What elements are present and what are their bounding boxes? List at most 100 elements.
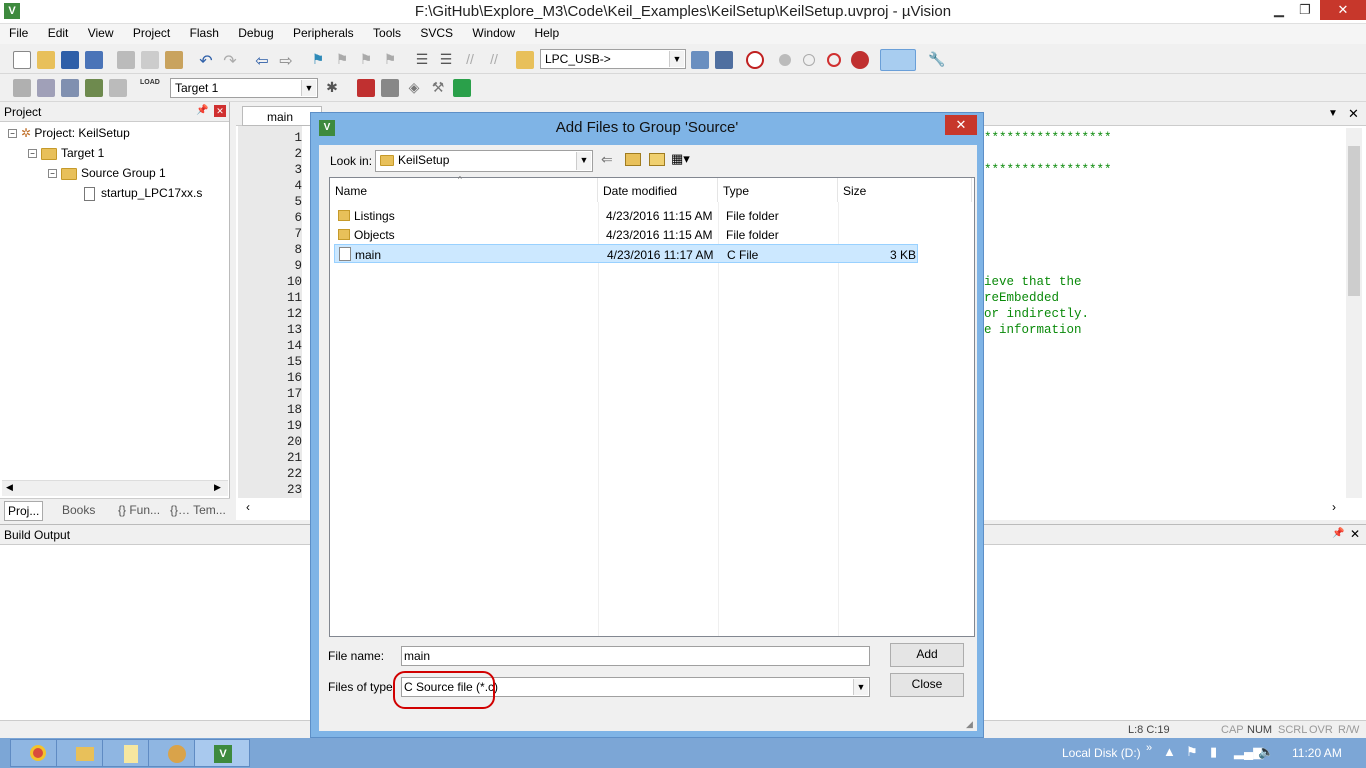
dialog-close-button[interactable]: ✕ — [945, 115, 977, 135]
scrollbar-thumb[interactable] — [1348, 146, 1360, 296]
collapse-icon[interactable]: − — [48, 169, 57, 179]
build-icon[interactable] — [37, 79, 55, 97]
uvision-taskbar-button[interactable]: V — [194, 739, 250, 767]
menu-peripherals[interactable]: Peripherals — [284, 24, 361, 40]
manage-components-icon[interactable] — [357, 79, 375, 97]
save-all-icon[interactable] — [85, 51, 103, 69]
pack-installer-icon[interactable]: ⚒ — [429, 79, 447, 97]
next-bookmark-icon[interactable]: ⚑ — [357, 51, 375, 69]
clock[interactable]: 11:20 AM — [1292, 746, 1342, 760]
new-file-icon[interactable] — [13, 51, 31, 69]
run-time-environment-icon[interactable] — [453, 79, 471, 97]
dropdown-icon[interactable]: ▼ — [1328, 108, 1338, 119]
vertical-scrollbar[interactable] — [1346, 128, 1362, 498]
tab-books[interactable]: Books — [62, 503, 95, 517]
select-pack-icon[interactable]: ◈ — [405, 79, 423, 97]
unindent-icon[interactable]: ☰ — [437, 51, 455, 69]
incremental-find-icon[interactable] — [715, 51, 733, 69]
scroll-left-icon[interactable]: ◀ — [6, 482, 13, 493]
chevron-down-icon[interactable]: ▼ — [853, 679, 868, 695]
volume-icon[interactable]: 🔈 — [1258, 744, 1274, 760]
tab-templates[interactable]: {}… Tem... — [170, 503, 226, 517]
breakpoint-icon[interactable] — [779, 54, 791, 66]
save-icon[interactable] — [61, 51, 79, 69]
drive-label[interactable]: Local Disk (D:) — [1062, 746, 1141, 760]
kill-all-breakpoints-icon[interactable] — [851, 51, 869, 69]
tree-source-group-node[interactable]: − Source Group 1 — [48, 166, 166, 180]
disable-breakpoint-icon[interactable] — [803, 54, 815, 66]
add-button[interactable]: Add — [890, 643, 964, 667]
stop-build-icon[interactable] — [109, 79, 127, 97]
collapse-icon[interactable]: − — [28, 149, 37, 159]
find-in-files-icon[interactable] — [516, 51, 534, 69]
look-in-combo[interactable]: KeilSetup ▼ — [375, 150, 593, 172]
menu-view[interactable]: View — [79, 24, 121, 40]
target-options-icon[interactable]: ✱ — [323, 79, 341, 97]
chevron-down-icon[interactable]: ▼ — [301, 80, 316, 96]
undo-icon[interactable]: ↶ — [197, 51, 215, 70]
column-type[interactable]: Type — [718, 178, 838, 202]
load-icon[interactable]: LOAD — [140, 79, 160, 97]
close-button[interactable]: Close — [890, 673, 964, 697]
wrench-icon[interactable]: 🔧 — [928, 51, 946, 69]
tab-project[interactable]: Proj... — [4, 501, 44, 521]
indent-icon[interactable]: ☰ — [413, 51, 431, 69]
uncomment-icon[interactable]: // — [485, 51, 503, 69]
pin-icon[interactable]: 📌 — [1332, 528, 1344, 539]
menu-window[interactable]: Window — [463, 24, 522, 40]
target-combo[interactable]: Target 1 ▼ — [170, 78, 318, 98]
nav-back-icon[interactable]: ⇦ — [253, 51, 271, 70]
nav-forward-icon[interactable]: ⇨ — [277, 51, 295, 70]
copy-icon[interactable] — [141, 51, 159, 69]
bookmark-icon[interactable]: ⚑ — [309, 51, 327, 69]
resize-grip-icon[interactable]: ◢ — [966, 719, 973, 730]
show-hidden-icons-icon[interactable]: ▲ — [1163, 744, 1176, 759]
minimize-button[interactable]: ▁ — [1266, 0, 1292, 20]
tree-project-node[interactable]: − ✲ Project: KeilSetup — [8, 126, 130, 140]
close-icon[interactable]: ✕ — [1350, 527, 1360, 541]
redo-icon[interactable]: ↷ — [221, 51, 239, 70]
clear-bookmarks-icon[interactable]: ⚑ — [381, 51, 399, 69]
debug-session-icon[interactable] — [746, 51, 764, 69]
cut-icon[interactable] — [117, 51, 135, 69]
debug-target-combo[interactable]: LPC_USB-> ▼ — [540, 49, 686, 69]
tab-functions[interactable]: {} Fun... — [118, 503, 160, 517]
menu-svcs[interactable]: SVCS — [411, 24, 460, 40]
back-arrow-icon[interactable]: ⇐ — [601, 151, 613, 168]
scroll-left-icon[interactable]: ‹ — [246, 500, 250, 514]
batch-build-icon[interactable] — [85, 79, 103, 97]
menu-flash[interactable]: Flash — [181, 24, 226, 40]
scroll-right-icon[interactable]: ▶ — [214, 482, 221, 493]
translate-icon[interactable] — [13, 79, 31, 97]
menu-debug[interactable]: Debug — [229, 24, 280, 40]
horizontal-scrollbar[interactable]: ◀ ▶ — [2, 480, 228, 496]
paste-icon[interactable] — [165, 51, 183, 69]
column-size[interactable]: Size — [838, 178, 972, 202]
find-icon[interactable] — [691, 51, 709, 69]
close-window-button[interactable]: ✕ — [1320, 0, 1366, 20]
chevron-icon[interactable]: » — [1146, 742, 1152, 754]
tree-file-node[interactable]: startup_LPC17xx.s — [84, 186, 202, 201]
window-layout-button[interactable] — [880, 49, 916, 71]
flag-icon[interactable]: ⚑ — [1186, 744, 1198, 760]
menu-file[interactable]: File — [0, 24, 35, 40]
disable-all-breakpoints-icon[interactable] — [827, 53, 841, 67]
tree-target-node[interactable]: − Target 1 — [28, 146, 104, 160]
pin-icon[interactable]: 📌 — [196, 105, 208, 116]
comment-icon[interactable]: // — [461, 51, 479, 69]
column-date-modified[interactable]: Date modified — [598, 178, 718, 202]
file-extensions-icon[interactable] — [381, 79, 399, 97]
rebuild-icon[interactable] — [61, 79, 79, 97]
file-row-listings[interactable]: Listings 4/23/2016 11:15 AM File folder — [334, 206, 918, 225]
menu-tools[interactable]: Tools — [364, 24, 408, 40]
new-folder-icon[interactable] — [649, 153, 665, 166]
up-folder-icon[interactable] — [625, 153, 641, 166]
close-icon[interactable]: ✕ — [214, 105, 226, 117]
file-name-input[interactable]: main — [401, 646, 870, 666]
close-icon[interactable]: ✕ — [1348, 106, 1359, 122]
chevron-down-icon[interactable]: ▼ — [669, 51, 684, 67]
prev-bookmark-icon[interactable]: ⚑ — [333, 51, 351, 69]
collapse-icon[interactable]: − — [8, 129, 17, 139]
column-name[interactable]: Name — [330, 178, 598, 202]
open-folder-icon[interactable] — [37, 51, 55, 69]
